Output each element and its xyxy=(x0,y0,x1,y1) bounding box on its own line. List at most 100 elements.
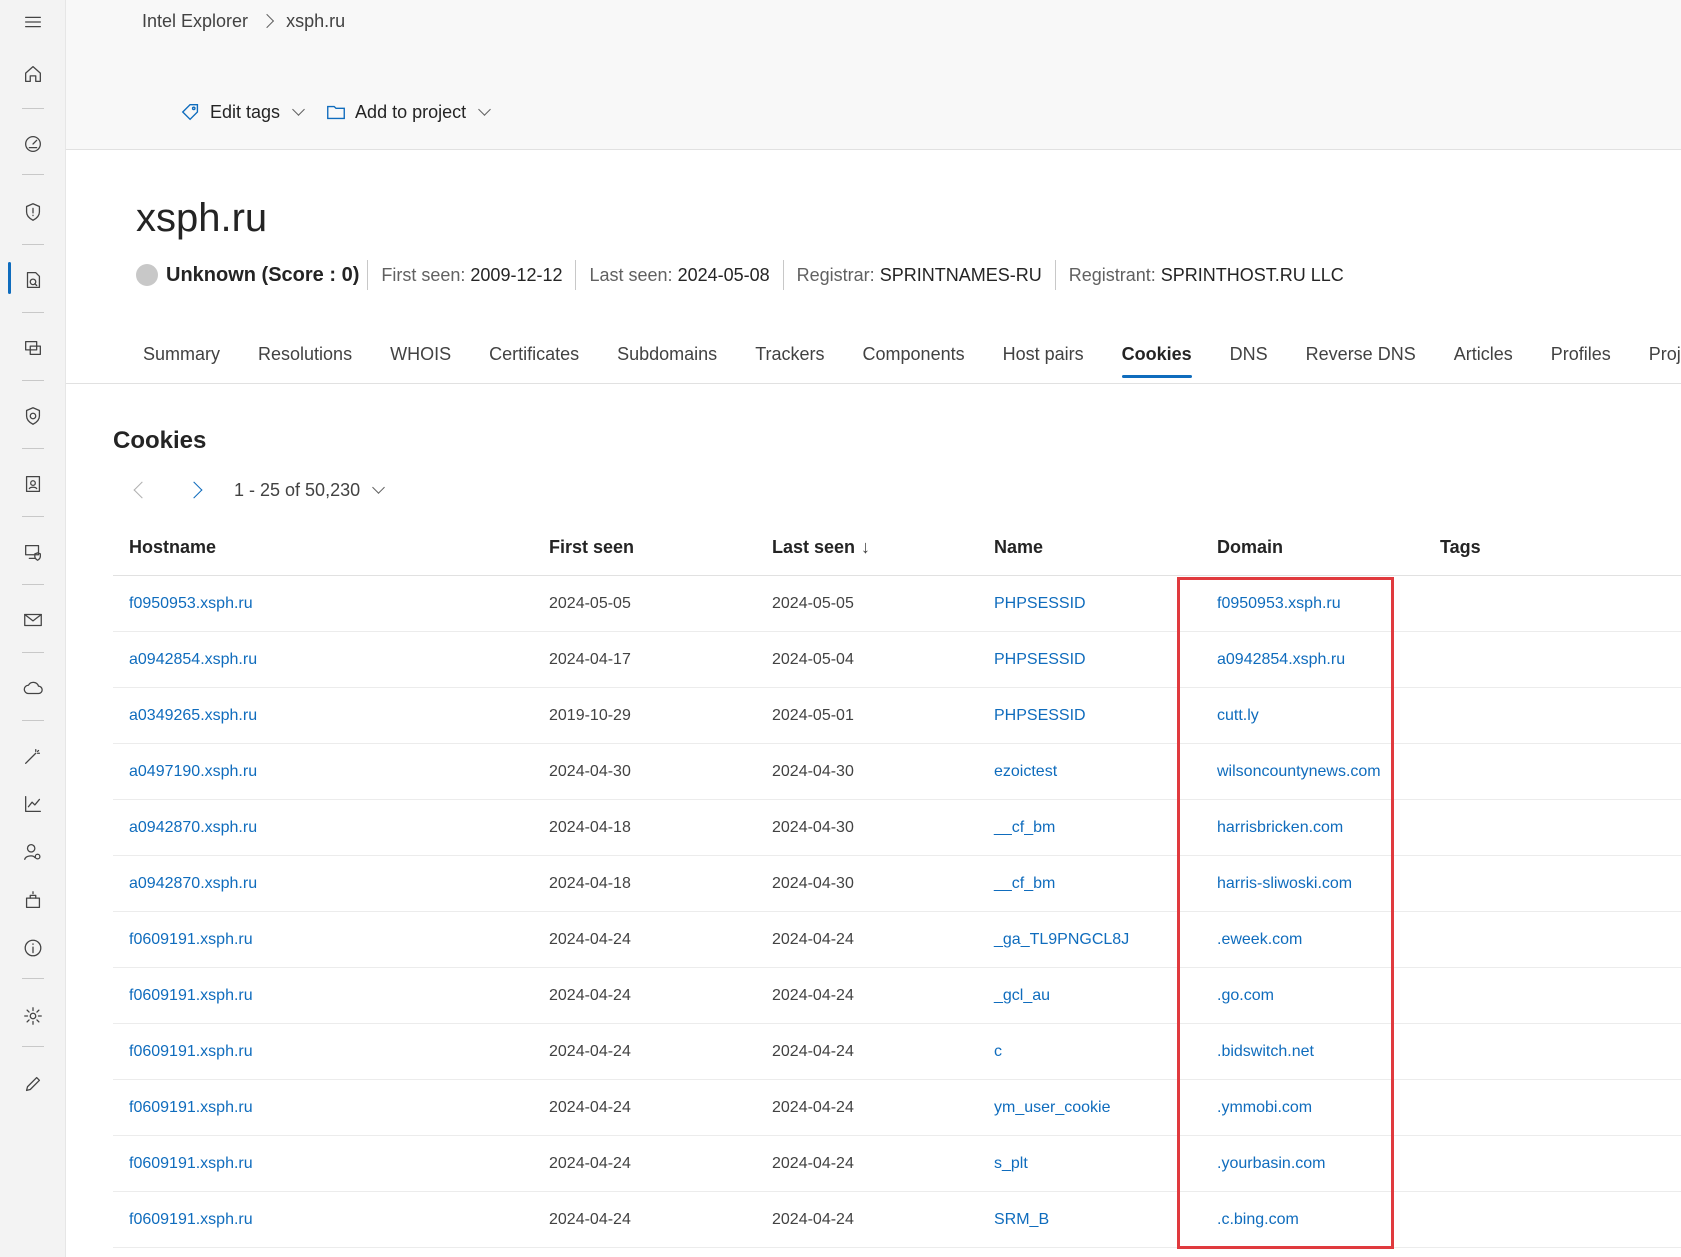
magic-wand-icon[interactable] xyxy=(0,734,66,778)
cloud-icon[interactable] xyxy=(0,666,66,710)
hostname-link[interactable]: a0942870.xsph.ru xyxy=(113,875,533,893)
hostname-link[interactable]: f0950953.xsph.ru xyxy=(113,595,533,613)
tab-dns[interactable]: DNS xyxy=(1211,336,1287,384)
shield-icon[interactable] xyxy=(0,190,66,234)
col-name[interactable]: Name xyxy=(978,537,1201,558)
edit-pencil-icon[interactable] xyxy=(0,1062,66,1106)
devices-icon[interactable] xyxy=(0,326,66,370)
domain-link[interactable]: f0950953.xsph.ru xyxy=(1201,595,1424,613)
chevron-down-icon xyxy=(478,103,491,116)
table-row: f0609191.xsph.ru 2024-04-24 2024-04-24 SRM_… xyxy=(113,1192,1681,1248)
registrant-field: Registrant: SPRINTHOST.RU LLC xyxy=(1054,260,1357,290)
tab-components[interactable]: Components xyxy=(844,336,984,384)
hostname-link[interactable]: a0942870.xsph.ru xyxy=(113,819,533,837)
hostname-link[interactable]: a0942854.xsph.ru xyxy=(113,651,533,669)
pagination: 1 - 25 of 50,230 xyxy=(124,474,385,506)
cookie-name-link[interactable]: _ga_TL9PNGCL8J xyxy=(978,931,1201,949)
col-last-seen[interactable]: Last seen ↓ xyxy=(756,537,978,558)
domain-link[interactable]: .eweek.com xyxy=(1201,931,1424,949)
chart-icon[interactable] xyxy=(0,782,66,826)
table-row: f0609191.xsph.ru 2024-04-24 2024-04-24 s_pl… xyxy=(113,1136,1681,1192)
mail-icon[interactable] xyxy=(0,598,66,642)
domain-link[interactable]: .bidswitch.net xyxy=(1201,1043,1424,1061)
hostname-link[interactable]: f0609191.xsph.ru xyxy=(113,1099,533,1117)
tab-subdomains[interactable]: Subdomains xyxy=(598,336,736,384)
tab-whois[interactable]: WHOIS xyxy=(371,336,470,384)
cookie-name-link[interactable]: ezoictest xyxy=(978,763,1201,781)
cookie-name-link[interactable]: SRM_B xyxy=(978,1211,1201,1229)
tab-projects[interactable]: Projects xyxy=(1630,336,1681,384)
next-page-icon[interactable] xyxy=(185,481,203,499)
tab-profiles[interactable]: Profiles xyxy=(1532,336,1630,384)
page-title: xsph.ru xyxy=(136,196,268,240)
domain-link[interactable]: a0942854.xsph.ru xyxy=(1201,651,1424,669)
cookie-name-link[interactable]: PHPSESSID xyxy=(978,707,1201,725)
domain-link[interactable]: cutt.ly xyxy=(1201,707,1424,725)
cookie-name-link[interactable]: ym_user_cookie xyxy=(978,1099,1201,1117)
tab-reverse-dns[interactable]: Reverse DNS xyxy=(1287,336,1435,384)
cookie-name-link[interactable]: s_plt xyxy=(978,1155,1201,1173)
page-range-dropdown[interactable]: 1 - 25 of 50,230 xyxy=(234,480,360,501)
edit-tags-button[interactable]: Edit tags xyxy=(180,101,305,123)
endpoint-shield-icon[interactable] xyxy=(0,530,66,574)
tab-resolutions[interactable]: Resolutions xyxy=(239,336,371,384)
tab-trackers[interactable]: Trackers xyxy=(736,336,843,384)
tab-summary[interactable]: Summary xyxy=(124,336,239,384)
domain-link[interactable]: harris-sliwoski.com xyxy=(1201,875,1424,893)
last-seen-field: Last seen: 2024-05-08 xyxy=(575,260,782,290)
first-seen-cell: 2024-04-24 xyxy=(549,1042,631,1060)
col-hostname[interactable]: Hostname xyxy=(113,537,533,558)
col-first-seen[interactable]: First seen xyxy=(533,537,756,558)
info-icon[interactable] xyxy=(0,926,66,970)
cookies-table: Hostname First seen Last seen ↓ Name Doma… xyxy=(113,520,1681,1248)
user-settings-icon[interactable] xyxy=(0,830,66,874)
last-seen-cell: 2024-04-30 xyxy=(772,874,854,892)
table-row: a0942870.xsph.ru 2024-04-18 2024-04-30 __cf… xyxy=(113,856,1681,912)
hostname-link[interactable]: f0609191.xsph.ru xyxy=(113,1155,533,1173)
hostname-link[interactable]: a0497190.xsph.ru xyxy=(113,763,533,781)
cookie-name-link[interactable]: _gcl_au xyxy=(978,987,1201,1005)
first-seen-cell: 2024-04-17 xyxy=(549,650,631,668)
add-to-project-button[interactable]: Add to project xyxy=(325,101,491,123)
reputation-score: Unknown (Score : 0) xyxy=(166,263,360,286)
last-seen-cell: 2024-04-30 xyxy=(772,818,854,836)
first-seen-cell: 2024-04-24 xyxy=(549,930,631,948)
hostname-link[interactable]: f0609191.xsph.ru xyxy=(113,1211,533,1229)
secure-score-icon[interactable] xyxy=(0,394,66,438)
left-nav-rail xyxy=(0,0,66,1257)
breadcrumb-root[interactable]: Intel Explorer xyxy=(142,11,248,32)
intel-explorer-icon[interactable] xyxy=(0,258,66,302)
tab-articles[interactable]: Articles xyxy=(1435,336,1532,384)
domain-link[interactable]: .yourbasin.com xyxy=(1201,1155,1424,1173)
domain-link[interactable]: .ymmobi.com xyxy=(1201,1099,1424,1117)
hostname-link[interactable]: f0609191.xsph.ru xyxy=(113,1043,533,1061)
hamburger-menu-icon[interactable] xyxy=(0,0,66,44)
hostname-link[interactable]: f0609191.xsph.ru xyxy=(113,987,533,1005)
cookie-name-link[interactable]: PHPSESSID xyxy=(978,651,1201,669)
hostname-link[interactable]: a0349265.xsph.ru xyxy=(113,707,533,725)
partner-icon[interactable] xyxy=(0,878,66,922)
domain-link[interactable]: .go.com xyxy=(1201,987,1424,1005)
col-domain[interactable]: Domain xyxy=(1201,537,1424,558)
tab-cookies[interactable]: Cookies xyxy=(1103,336,1211,384)
identity-icon[interactable] xyxy=(0,462,66,506)
domain-link[interactable]: harrisbricken.com xyxy=(1201,819,1424,837)
cookie-name-link[interactable]: PHPSESSID xyxy=(978,595,1201,613)
cookie-name-link[interactable]: __cf_bm xyxy=(978,875,1201,893)
previous-page-icon[interactable] xyxy=(133,481,151,499)
home-icon[interactable] xyxy=(0,52,66,96)
col-tags[interactable]: Tags xyxy=(1424,537,1624,558)
gauge-icon[interactable] xyxy=(0,122,66,166)
cookie-name-link[interactable]: c xyxy=(978,1043,1201,1061)
table-row: f0609191.xsph.ru 2024-04-24 2024-04-24 c .bi… xyxy=(113,1024,1681,1080)
settings-gear-icon[interactable] xyxy=(0,994,66,1038)
domain-link[interactable]: .c.bing.com xyxy=(1201,1211,1424,1229)
first-seen-cell: 2024-04-30 xyxy=(549,762,631,780)
chevron-down-icon[interactable] xyxy=(372,481,385,494)
tab-host-pairs[interactable]: Host pairs xyxy=(984,336,1103,384)
tab-certificates[interactable]: Certificates xyxy=(470,336,598,384)
cookie-name-link[interactable]: __cf_bm xyxy=(978,819,1201,837)
last-seen-cell: 2024-04-24 xyxy=(772,930,854,948)
domain-link[interactable]: wilsoncountynews.com xyxy=(1201,763,1424,781)
hostname-link[interactable]: f0609191.xsph.ru xyxy=(113,931,533,949)
